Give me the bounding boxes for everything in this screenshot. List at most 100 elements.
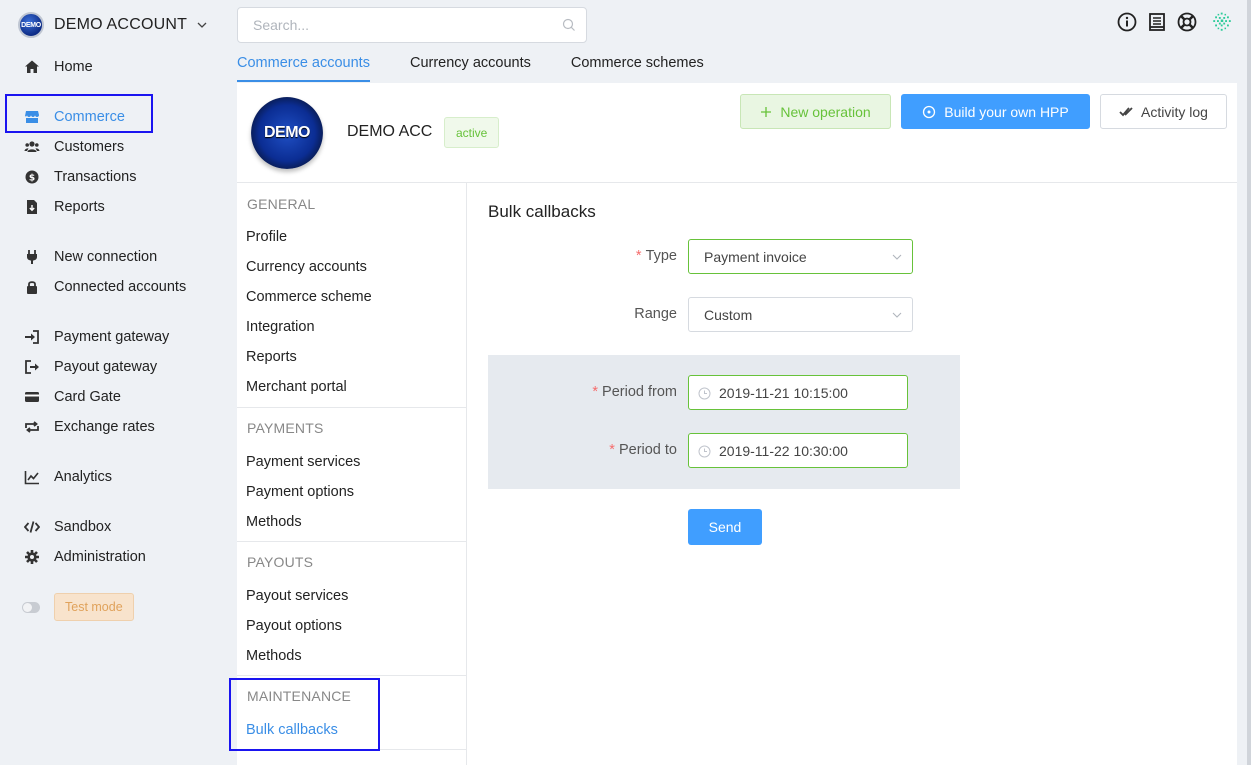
tab-currency-accounts[interactable]: Currency accounts [410,52,531,82]
subnav-link-payout-options[interactable]: Payout options [246,618,342,634]
sidebar-item-label: Exchange rates [54,419,155,435]
sidebar-item-administration[interactable]: Administration [22,545,146,569]
subnav-heading: PAYOUTS [247,554,314,570]
range-select[interactable]: Custom [688,297,913,332]
sidebar-item-label: Sandbox [54,519,112,535]
subnav-link-currency-accounts[interactable]: Currency accounts [246,259,367,275]
subnav-link-commerce-scheme[interactable]: Commerce scheme [246,289,372,305]
account-switcher[interactable]: DEMO DEMO ACCOUNT [18,11,207,39]
account-subnav: GENERAL Profile Currency accounts Commer… [237,183,467,765]
sidebar-item-analytics[interactable]: Analytics [22,465,112,489]
subnav-link-bulk-callbacks[interactable]: Bulk callbacks [246,722,338,738]
sidebar-item-sandbox[interactable]: Sandbox [22,515,111,539]
clock-icon [698,387,711,400]
period-to-label-text: Period to [618,442,677,458]
plus-icon [761,106,772,117]
subnav-link-payment-options[interactable]: Payment options [246,484,354,500]
subnav-link-payout-services[interactable]: Payout services [246,588,348,604]
sidebar-item-payment-gateway[interactable]: Payment gateway [22,325,169,349]
subnav-link-reports[interactable]: Reports [246,349,297,365]
period-from-label-text: Period from [602,384,677,400]
build-hpp-button[interactable]: Build your own HPP [901,94,1090,129]
svg-text:$: $ [29,174,35,184]
period-from-label: * Period from [557,384,677,400]
tab-commerce-accounts[interactable]: Commerce accounts [237,52,370,82]
account-logo: DEMO [18,12,44,38]
chevron-down-icon [892,254,902,260]
subnav-link-profile[interactable]: Profile [246,229,287,245]
required-asterisk: * [592,384,599,400]
subnav-link-integration[interactable]: Integration [246,319,315,335]
account-logo-text: DEMO [264,124,311,141]
subnav-section-payouts: PAYOUTS Payout services Payout options M… [237,542,467,676]
period-to-input[interactable]: 2019-11-22 10:30:00 [688,433,908,468]
activity-log-label: Activity log [1141,103,1208,120]
sidebar-item-card-gate[interactable]: Card Gate [22,385,121,409]
sidebar-item-label: Payout gateway [54,359,158,375]
test-mode-badge: Test mode [54,593,134,621]
new-operation-button[interactable]: New operation [740,94,891,129]
sidebar-item-transactions[interactable]: $ Transactions [22,165,136,189]
code-icon [22,518,42,536]
subnav-heading: PAYMENTS [247,420,324,436]
required-asterisk: * [635,248,642,264]
sidebar-item-new-connection[interactable]: New connection [22,245,157,269]
top-icons [1116,6,1238,38]
sidebar-item-customers[interactable]: Customers [22,135,124,159]
book-icon[interactable] [1146,11,1168,33]
lock-icon [22,278,42,296]
type-select[interactable]: Payment invoice [688,239,913,274]
sign-out-icon [22,358,42,376]
period-from-value: 2019-11-21 10:15:00 [719,384,848,401]
sidebar-item-home[interactable]: Home [22,55,93,79]
sidebar-item-label: Administration [54,549,146,565]
scrollbar[interactable] [1247,0,1251,765]
subnav-link-payment-services[interactable]: Payment services [246,454,360,470]
build-hpp-label: Build your own HPP [944,103,1069,120]
account-header: DEMO DEMO ACC active New operation Build… [237,83,1237,183]
sidebar-item-reports[interactable]: Reports [22,195,105,219]
period-to-label: * Period to [557,442,677,458]
exchange-icon [22,418,42,436]
subnav-link-payment-methods[interactable]: Methods [246,514,302,530]
lifebuoy-icon[interactable] [1176,11,1198,33]
user-avatar-icon[interactable] [1206,6,1238,38]
period-from-input[interactable]: 2019-11-21 10:15:00 [688,375,908,410]
subnav-section-maintenance: MAINTENANCE Bulk callbacks [237,676,467,750]
info-icon[interactable] [1116,11,1138,33]
store-icon [22,108,42,126]
search-icon[interactable] [562,18,576,32]
clock-icon [698,445,711,458]
account-logo-large: DEMO [251,97,323,169]
report-icon [22,198,42,216]
test-mode: Test mode [22,592,134,622]
chevron-down-icon [892,312,902,318]
send-button[interactable]: Send [688,509,762,545]
tab-commerce-schemes[interactable]: Commerce schemes [571,52,704,82]
sidebar-item-connected-accounts[interactable]: Connected accounts [22,275,186,299]
dollar-icon: $ [22,168,42,186]
subnav-section-payments: PAYMENTS Payment services Payment option… [237,408,467,542]
sidebar-item-commerce[interactable]: Commerce [22,105,125,129]
required-asterisk: * [609,442,615,458]
sidebar-item-label: Customers [54,139,125,155]
sidebar-item-label: Reports [54,199,105,215]
subnav-heading: GENERAL [247,196,316,212]
page-title: DEMO ACC [347,123,433,140]
sidebar-item-label: Home [54,59,93,75]
search-input[interactable] [237,7,587,43]
test-mode-toggle[interactable] [22,601,40,613]
range-label: Range [634,306,677,322]
form-title: Bulk callbacks [488,202,596,221]
subnav-heading: MAINTENANCE [247,688,352,704]
subnav-link-payout-methods[interactable]: Methods [246,648,302,664]
subnav-section-general: GENERAL Profile Currency accounts Commer… [237,183,467,408]
compass-icon [923,105,936,118]
card-icon [22,388,42,406]
sidebar-item-payout-gateway[interactable]: Payout gateway [22,355,157,379]
subnav-link-merchant-portal[interactable]: Merchant portal [246,379,347,395]
sidebar-item-label: Card Gate [54,389,121,405]
sidebar-item-exchange-rates[interactable]: Exchange rates [22,415,155,439]
activity-log-button[interactable]: Activity log [1100,94,1227,129]
sidebar-item-label: Transactions [54,169,137,185]
